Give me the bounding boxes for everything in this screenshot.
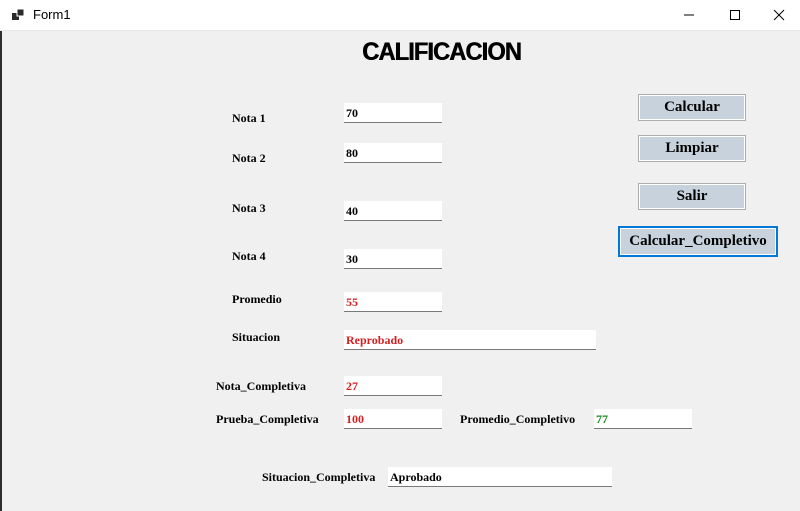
nota-completiva-label: Nota_Completiva	[216, 379, 306, 393]
situacion-completiva-field[interactable]: Aprobado	[388, 467, 612, 487]
window-left-border	[0, 31, 2, 511]
promedio-label: Promedio	[232, 292, 282, 306]
promedio-field[interactable]: 55	[344, 292, 442, 312]
nota4-label: Nota 4	[232, 249, 266, 263]
prueba-completiva-label: Prueba_Completiva	[216, 412, 319, 426]
nota3-label: Nota 3	[232, 201, 266, 215]
close-icon	[773, 9, 785, 21]
title-bar[interactable]: Form1	[0, 0, 800, 31]
prueba-completiva-field[interactable]: 100	[344, 409, 442, 429]
minimize-button[interactable]	[666, 0, 712, 30]
situacion-label: Situacion	[232, 330, 281, 344]
window-title: Form1	[33, 7, 71, 22]
nota1-field[interactable]: 70	[344, 103, 442, 123]
salir-button[interactable]: Salir	[638, 183, 746, 210]
app-form-icon	[12, 8, 25, 20]
minimize-icon	[684, 14, 694, 16]
nota2-field[interactable]: 80	[344, 143, 442, 163]
nota2-label: Nota 2	[232, 151, 266, 165]
page-title: CALIFICACION	[362, 38, 522, 66]
limpiar-button[interactable]: Limpiar	[638, 135, 746, 162]
nota3-field[interactable]: 40	[344, 201, 442, 221]
maximize-button[interactable]	[712, 0, 758, 30]
situacion-field[interactable]: Reprobado	[344, 330, 596, 350]
close-button[interactable]	[756, 0, 800, 30]
nota-completiva-field[interactable]: 27	[344, 376, 442, 396]
maximize-icon	[730, 10, 740, 20]
calcular-completivo-button[interactable]: Calcular_Completivo	[618, 226, 778, 257]
promedio-completivo-field[interactable]: 77	[594, 409, 692, 429]
nota4-field[interactable]: 30	[344, 249, 442, 269]
calcular-button[interactable]: Calcular	[638, 94, 746, 121]
nota1-label: Nota 1	[232, 111, 266, 125]
promedio-completivo-label: Promedio_Completivo	[460, 412, 576, 426]
situacion-completiva-label: Situacion_Completiva	[262, 470, 376, 484]
